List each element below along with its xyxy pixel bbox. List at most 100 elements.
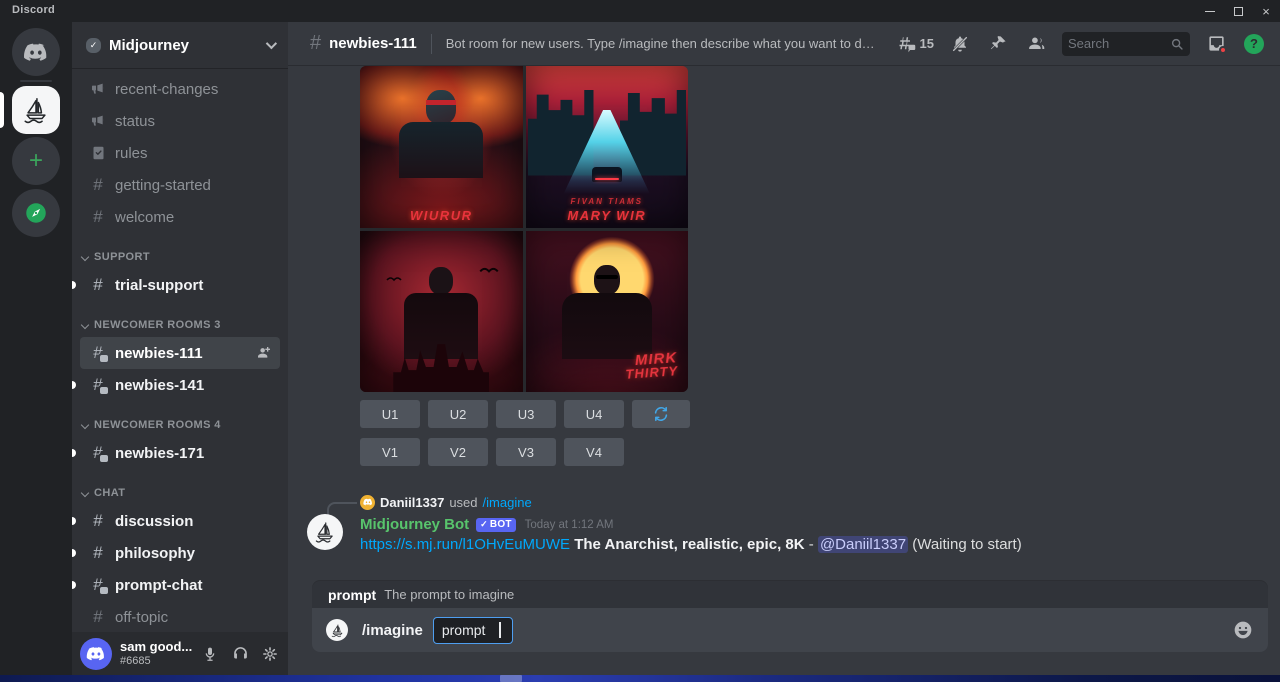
category-label: SUPPORT	[94, 251, 150, 263]
generated-image-grid[interactable]: WIURUR FIVAN TIAMS MARY WIR MIRK THI	[360, 66, 688, 392]
pinned-messages-icon[interactable]	[986, 32, 1010, 56]
reply-user-avatar[interactable]	[360, 495, 375, 510]
channel-status[interactable]: status	[80, 105, 280, 137]
variation-3-button[interactable]: V3	[496, 438, 556, 466]
sailboat-icon	[21, 95, 51, 125]
image-top-right: FIVAN TIAMS MARY WIR	[526, 66, 689, 228]
chevron-down-icon	[81, 421, 89, 429]
channel-discussion[interactable]: discussion	[80, 505, 280, 537]
reply-command-link[interactable]: /imagine	[483, 495, 532, 510]
variation-1-button[interactable]: V1	[360, 438, 420, 466]
channel-philosophy[interactable]: philosophy	[80, 537, 280, 569]
unread-dot	[72, 381, 76, 389]
megaphone-icon	[88, 113, 108, 129]
unread-dot	[72, 581, 76, 589]
os-taskbar	[0, 675, 1280, 682]
explore-servers-button[interactable]	[12, 189, 60, 237]
notifications-muted-icon[interactable]	[948, 32, 972, 56]
close-button[interactable]: ×	[1252, 0, 1280, 22]
hashtag-chat-icon	[88, 375, 108, 395]
emoji-picker-button[interactable]	[1232, 619, 1254, 641]
message-header: Midjourney Bot BOT Today at 1:12 AM	[360, 516, 614, 533]
channel-prompt-chat[interactable]: prompt-chat	[80, 569, 280, 601]
variation-2-button[interactable]: V2	[428, 438, 488, 466]
inbox-button[interactable]	[1204, 32, 1228, 56]
channel-off-topic[interactable]: off-topic	[80, 601, 280, 633]
job-status: (Waiting to start)	[912, 536, 1021, 553]
server-rail	[0, 22, 72, 675]
hashtag-icon	[88, 543, 108, 563]
channel-rules[interactable]: rules	[80, 137, 280, 169]
create-invite-icon[interactable]	[256, 345, 272, 361]
category-chat[interactable]: CHAT	[80, 469, 280, 505]
prompt-text: The Anarchist, realistic, epic, 8K	[574, 536, 804, 553]
reroll-button[interactable]	[632, 400, 690, 428]
chevron-down-icon	[81, 321, 89, 329]
midjourney-server-button[interactable]	[12, 86, 60, 134]
slash-option-hint: prompt The prompt to imagine	[312, 581, 1268, 608]
microphone-icon[interactable]	[200, 644, 220, 664]
user-panel: sam good... #6685	[72, 632, 288, 675]
search-box[interactable]	[1062, 32, 1190, 56]
chevron-down-icon	[81, 253, 89, 261]
category-label: NEWCOMER ROOMS 3	[94, 319, 221, 331]
reply-action: used	[449, 495, 477, 510]
upscale-1-button[interactable]: U1	[360, 400, 420, 428]
upscale-3-button[interactable]: U3	[496, 400, 556, 428]
channel-getting-started[interactable]: getting-started	[80, 169, 280, 201]
channel-label: rules	[115, 145, 148, 162]
search-input[interactable]	[1068, 36, 1170, 51]
category-newcomer-rooms-3[interactable]: NEWCOMER ROOMS 3	[80, 301, 280, 337]
variation-4-button[interactable]: V4	[564, 438, 624, 466]
settings-gear-icon[interactable]	[260, 644, 280, 664]
maximize-button[interactable]	[1224, 0, 1252, 22]
user-avatar[interactable]	[80, 638, 112, 670]
threads-button[interactable]: 15	[898, 32, 934, 56]
channel-trial-support[interactable]: trial-support	[80, 269, 280, 301]
prompt-image-link[interactable]: https://s.mj.run/l1OHvEuMUWE	[360, 536, 570, 553]
help-icon	[1244, 34, 1264, 54]
reply-username[interactable]: Daniil1337	[380, 495, 444, 510]
window-title: Discord	[12, 4, 55, 16]
hashtag-chat-icon	[88, 343, 108, 363]
image-bottom-right: MIRK THIRTY	[526, 231, 689, 393]
bot-badge: BOT	[476, 518, 515, 532]
upscale-2-button[interactable]: U2	[428, 400, 488, 428]
channel-newbies-111[interactable]: newbies-111	[80, 337, 280, 369]
unread-dot	[72, 281, 76, 289]
upscale-4-button[interactable]: U4	[564, 400, 624, 428]
add-server-button[interactable]	[12, 137, 60, 185]
channel-label: discussion	[115, 513, 193, 530]
prompt-option-value: prompt	[442, 622, 486, 638]
channel-newbies-171[interactable]: newbies-171	[80, 437, 280, 469]
channel-welcome[interactable]: welcome	[80, 201, 280, 233]
channel-label: welcome	[115, 209, 174, 226]
message-composer[interactable]: /imagine prompt	[312, 608, 1268, 652]
category-support[interactable]: SUPPORT	[80, 233, 280, 269]
server-header[interactable]: Midjourney	[72, 22, 288, 68]
prompt-option-field[interactable]: prompt	[433, 617, 513, 644]
chevron-down-icon	[266, 38, 277, 49]
user-info[interactable]: sam good... #6685	[120, 640, 200, 668]
channel-recent-changes[interactable]: recent-changes	[80, 73, 280, 105]
variation-button-row: V1 V2 V3 V4	[360, 438, 624, 466]
discord-home-button[interactable]	[12, 28, 60, 76]
slash-command: /imagine	[362, 622, 423, 639]
channel-newbies-141[interactable]: newbies-141	[80, 369, 280, 401]
option-description: The prompt to imagine	[384, 587, 514, 602]
headphones-icon[interactable]	[230, 644, 250, 664]
channel-topic[interactable]: Bot room for new users. Type /imagine th…	[446, 36, 876, 51]
message-list: WIURUR FIVAN TIAMS MARY WIR MIRK THI	[288, 65, 1280, 579]
minimize-button[interactable]	[1196, 0, 1224, 22]
hashtag-icon	[310, 32, 321, 55]
bot-username[interactable]: Midjourney Bot	[360, 516, 469, 533]
member-list-icon[interactable]	[1024, 32, 1048, 56]
help-button[interactable]	[1242, 32, 1266, 56]
channel-label: trial-support	[115, 277, 203, 294]
channel-label: status	[115, 113, 155, 130]
user-mention[interactable]: @Daniil1337	[818, 536, 908, 553]
rail-divider	[20, 80, 52, 82]
category-newcomer-rooms-4[interactable]: NEWCOMER ROOMS 4	[80, 401, 280, 437]
bot-avatar[interactable]	[307, 514, 343, 550]
artwork-caption: MARY WIR	[526, 208, 689, 223]
